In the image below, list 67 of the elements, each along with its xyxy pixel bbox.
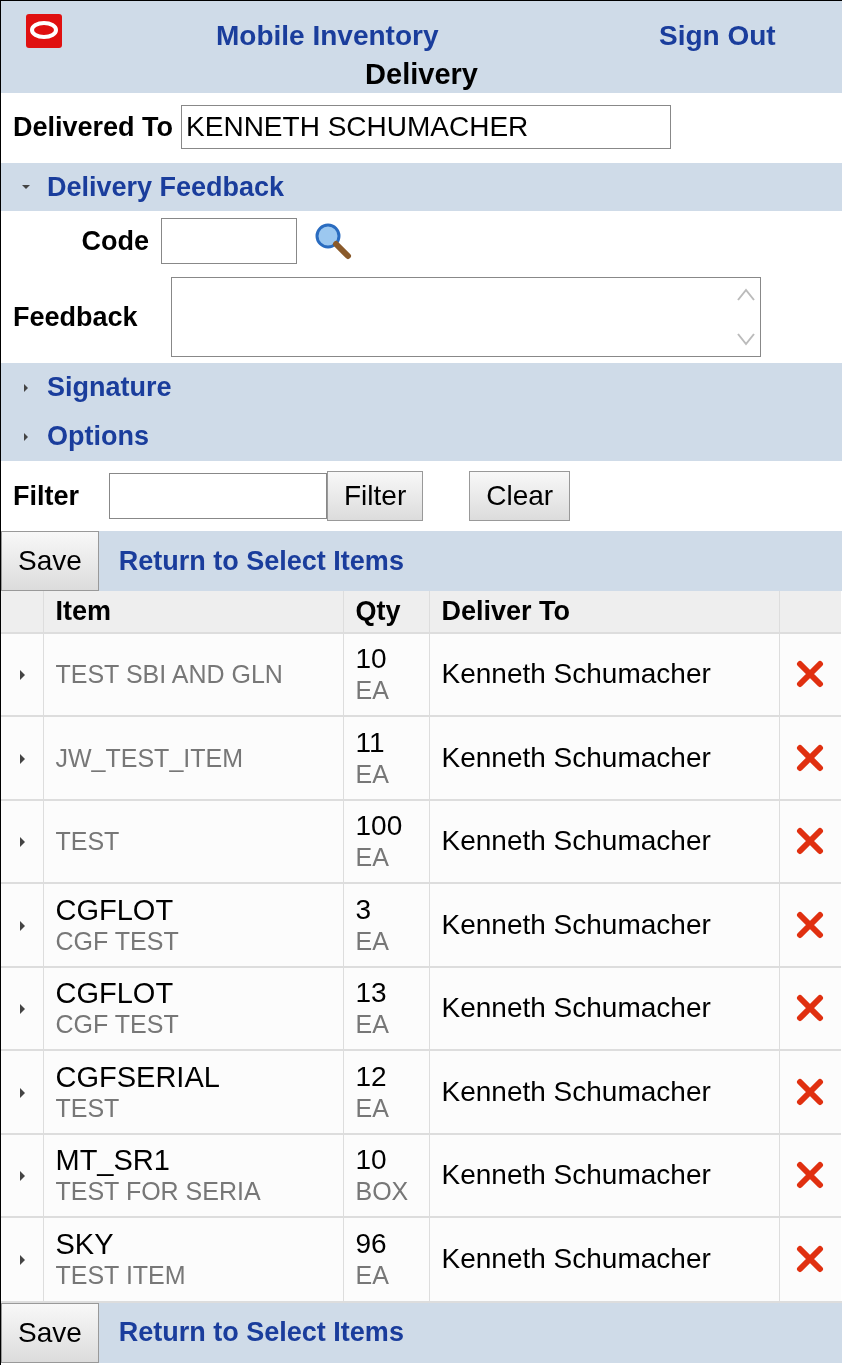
deliver-to-name: Kenneth Schumacher — [441, 1159, 711, 1191]
deliver-to-name: Kenneth Schumacher — [441, 1075, 711, 1107]
deliver-to-name: Kenneth Schumacher — [441, 908, 711, 940]
item-description: CGF TEST — [55, 925, 180, 956]
deliver-to-name: Kenneth Schumacher — [441, 825, 711, 857]
delete-icon[interactable] — [796, 827, 825, 856]
unit-of-measure: EA — [355, 925, 390, 956]
unit-of-measure: EA — [355, 1092, 390, 1123]
item-description: TEST — [55, 1092, 121, 1123]
delete-icon[interactable] — [796, 660, 825, 689]
unit-of-measure: EA — [355, 1009, 390, 1040]
app-title-link[interactable]: Mobile Inventory — [216, 15, 439, 57]
item-description: TEST SBI AND GLN — [55, 659, 284, 690]
item-code: CGFLOT — [55, 893, 175, 926]
field-label: Filter — [13, 479, 80, 513]
deliver-to-name: Kenneth Schumacher — [441, 658, 711, 690]
return-link[interactable]: Return to Select Items — [118, 540, 404, 582]
save-button[interactable]: Save — [1, 531, 99, 591]
quantity: 11 — [355, 726, 386, 759]
section-header[interactable]: Options — [1, 412, 842, 461]
return-link[interactable]: Return to Select Items — [118, 1312, 404, 1353]
quantity: 3 — [355, 893, 373, 926]
filter-field[interactable] — [109, 473, 327, 519]
logo-icon — [25, 13, 65, 51]
item-description: JW_TEST_ITEM — [55, 742, 244, 773]
quantity: 10 — [355, 643, 388, 676]
unit-of-measure: BOX — [355, 1176, 410, 1207]
quantity: 13 — [355, 977, 388, 1010]
item-description: TEST ITEM — [55, 1260, 187, 1291]
page-title: Delivery — [365, 57, 478, 92]
unit-of-measure: EA — [355, 758, 390, 789]
filter-button[interactable]: Clear — [469, 471, 571, 521]
delete-icon[interactable] — [796, 910, 825, 939]
deliver-to-name: Kenneth Schumacher — [441, 992, 711, 1024]
feedback-field[interactable] — [171, 277, 761, 357]
item-code: CGFLOT — [55, 977, 175, 1010]
delete-icon[interactable] — [796, 1077, 825, 1106]
unit-of-measure: EA — [355, 1260, 390, 1291]
save-button[interactable]: Save — [1, 1302, 99, 1363]
section-header[interactable]: Signature — [1, 363, 842, 412]
item-description: TEST — [55, 826, 121, 857]
item-code: SKY — [55, 1228, 115, 1261]
code-field[interactable] — [161, 218, 297, 264]
search-icon[interactable] — [313, 221, 353, 261]
field-label: Feedback — [12, 300, 139, 334]
quantity: 10 — [355, 1144, 388, 1177]
sign-out-link[interactable]: Sign Out — [659, 15, 776, 57]
item-description: CGF TEST — [55, 1009, 180, 1040]
deliver-to-name: Kenneth Schumacher — [441, 1243, 711, 1275]
delete-icon[interactable] — [796, 1161, 825, 1190]
filter-button[interactable]: Filter — [327, 471, 424, 521]
delete-icon[interactable] — [796, 743, 825, 772]
field-label: Delivered To — [13, 110, 174, 144]
section-header[interactable]: Delivery Feedback — [1, 163, 842, 211]
delete-icon[interactable] — [796, 994, 825, 1023]
field-label: Code — [80, 224, 150, 258]
delete-icon[interactable] — [796, 1245, 825, 1274]
delivered-to-field[interactable]: KENNETH SCHUMACHER — [181, 105, 672, 149]
quantity: 96 — [355, 1228, 388, 1261]
quantity: 100 — [355, 810, 404, 843]
quantity: 12 — [355, 1060, 388, 1093]
item-code: CGFSERIAL — [55, 1060, 221, 1093]
unit-of-measure: EA — [355, 842, 390, 873]
item-code: MT_SR1 — [55, 1144, 171, 1177]
item-description: TEST FOR SERIA — [55, 1176, 262, 1207]
deliver-to-name: Kenneth Schumacher — [441, 741, 711, 773]
unit-of-measure: EA — [355, 675, 390, 706]
